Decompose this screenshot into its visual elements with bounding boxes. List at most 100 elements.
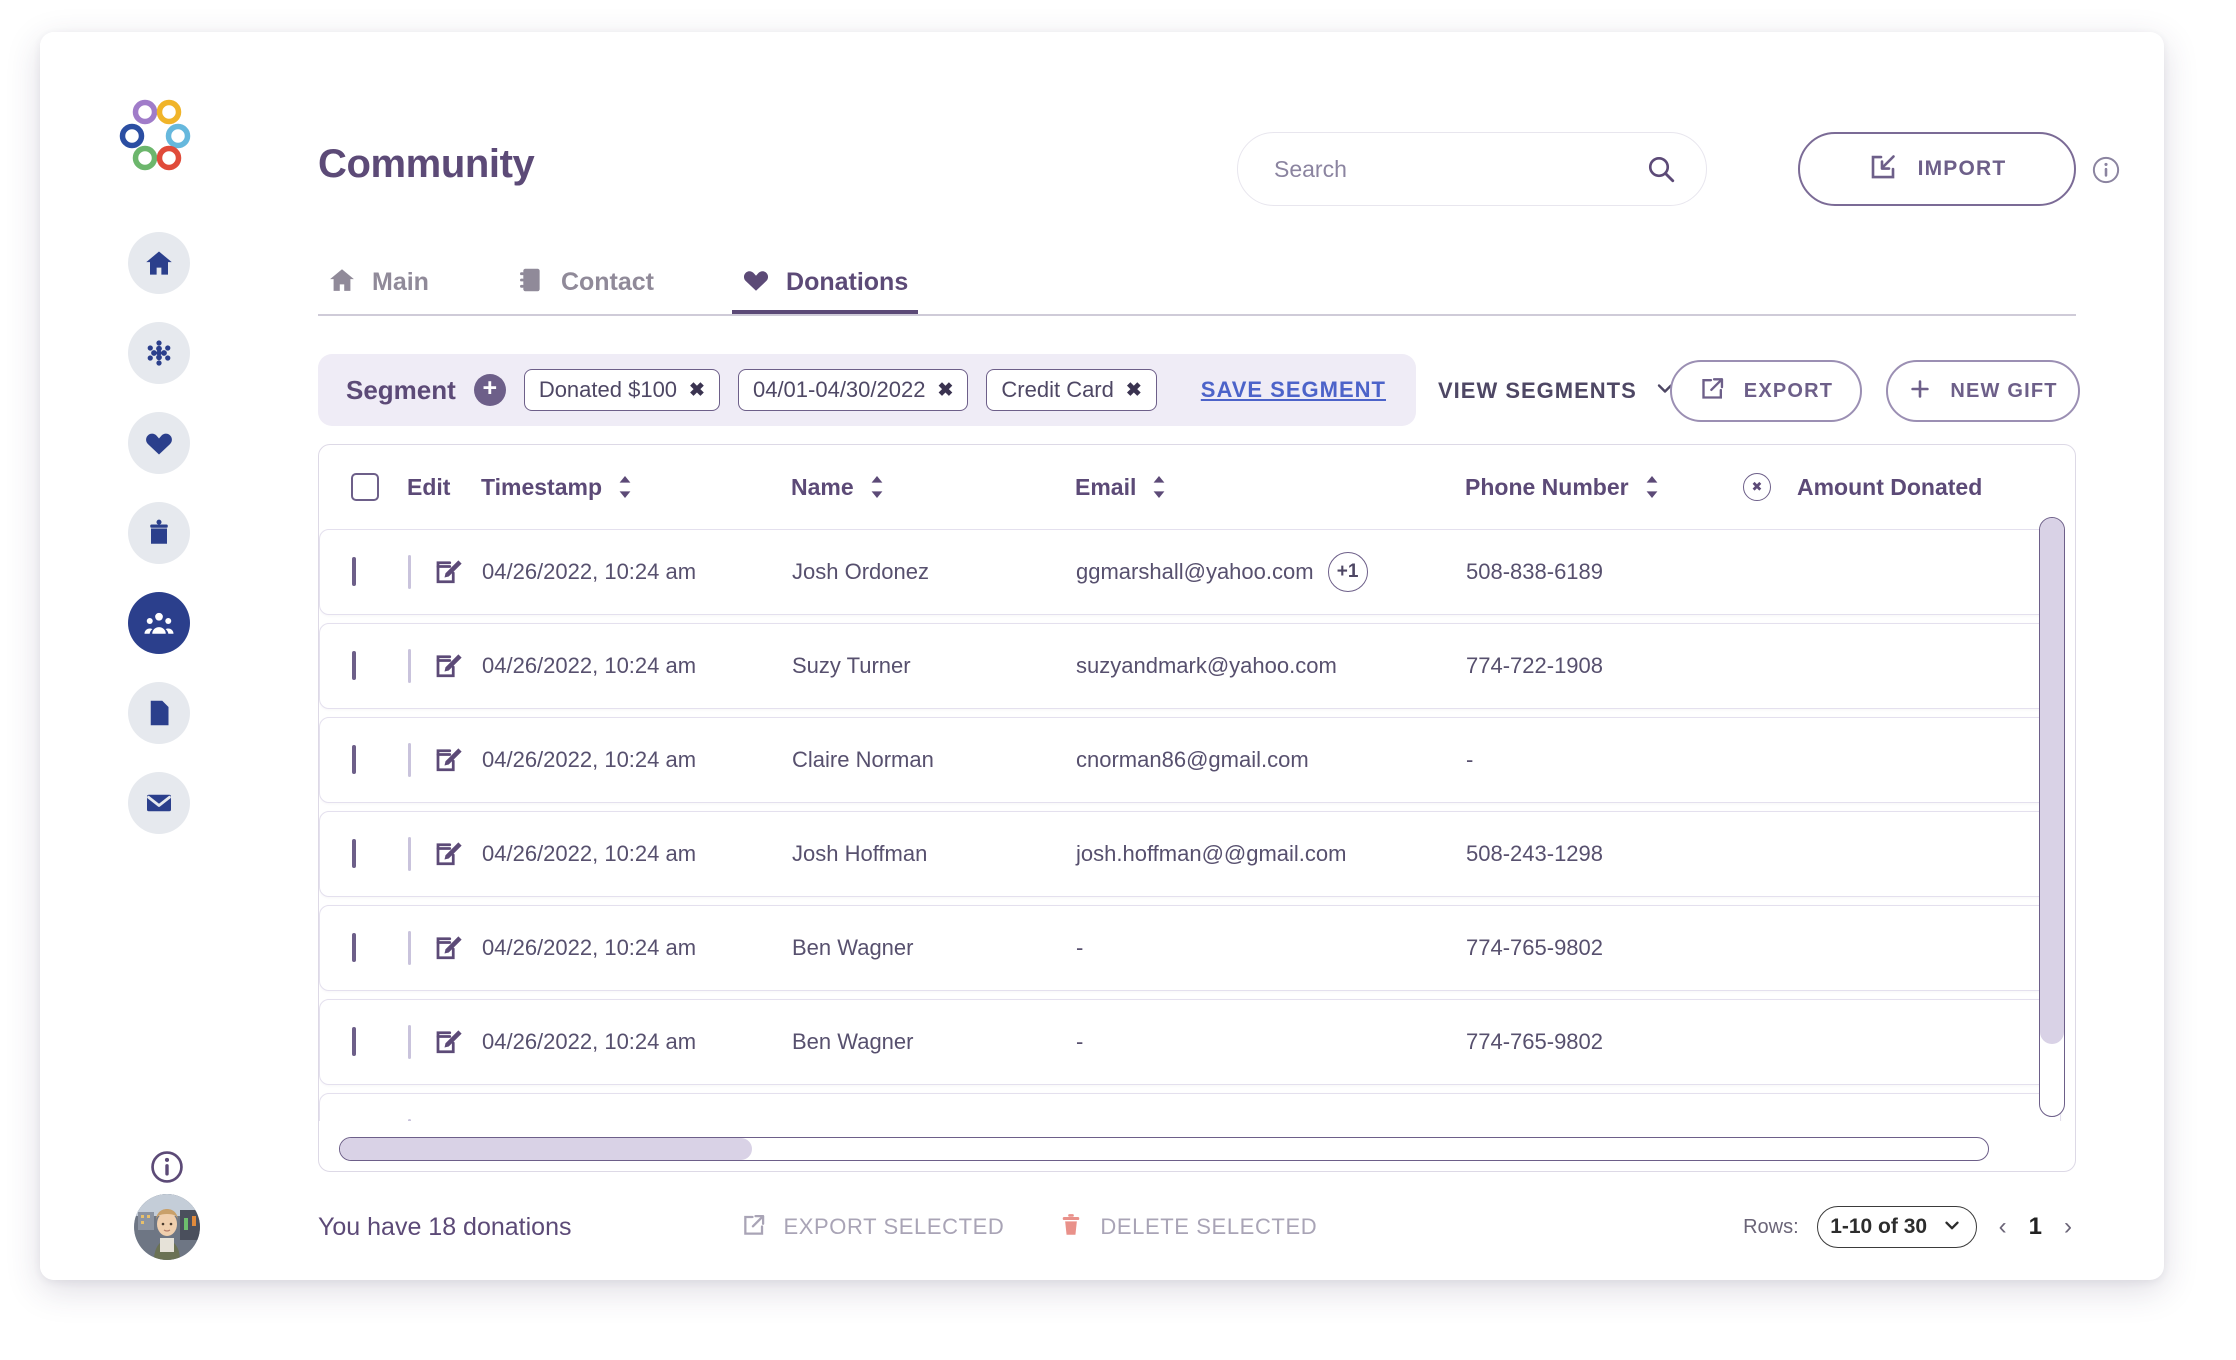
cell-timestamp: 04/26/2022, 10:24 am <box>482 1029 697 1054</box>
table-horizontal-scrollbar[interactable] <box>339 1137 1989 1161</box>
page-number[interactable]: 1 <box>2029 1213 2042 1241</box>
table-header-row: Edit Timestamp Name Email Phone Number ✖… <box>319 445 2075 529</box>
table-row[interactable]: 04/26/2022, 10:24 am Josh Ordonez ggmars… <box>319 529 2061 615</box>
segment-pill: Segment + Donated $100 ✖ 04/01-04/30/202… <box>318 354 1416 426</box>
tab-main[interactable]: Main <box>318 254 439 314</box>
search-input[interactable] <box>1238 155 1646 183</box>
table-vertical-scrollbar[interactable] <box>2039 517 2065 1117</box>
nav-network[interactable] <box>128 322 190 384</box>
remove-column-icon[interactable]: ✖ <box>1743 473 1771 501</box>
nav-donations[interactable]: $ <box>128 412 190 474</box>
address-book-icon <box>517 266 545 299</box>
select-all-checkbox[interactable] <box>351 473 379 501</box>
table-row[interactable]: 04/26/2022, 10:24 am Claire Norman cnorm… <box>319 717 2061 803</box>
table-row[interactable]: 04/26/2022, 10:24 am Ben Wagner - 774-76… <box>319 999 2061 1085</box>
media-file-icon <box>144 698 174 728</box>
search-icon[interactable] <box>1646 154 1676 184</box>
save-segment-link[interactable]: SAVE SEGMENT <box>1201 377 1386 403</box>
table-row[interactable]: 04/26/2022, 10:24 am Ben Wagner - 774-76… <box>319 1093 2061 1121</box>
table-row[interactable]: 04/26/2022, 10:24 am Ben Wagner - 774-76… <box>319 905 2061 991</box>
column-header-edit: Edit <box>407 474 481 501</box>
export-selected-button[interactable]: EXPORT SELECTED <box>741 1212 1004 1243</box>
home-icon <box>328 266 356 299</box>
sort-icon[interactable] <box>1643 474 1661 500</box>
nav-media[interactable] <box>128 682 190 744</box>
edit-icon[interactable] <box>433 839 463 869</box>
close-icon[interactable]: ✖ <box>937 379 953 402</box>
page-title: Community <box>318 142 535 186</box>
row-checkbox[interactable] <box>352 557 356 586</box>
user-avatar[interactable] <box>134 1194 200 1260</box>
column-label-timestamp: Timestamp <box>481 473 603 500</box>
sort-icon[interactable] <box>616 474 634 500</box>
nav-home[interactable] <box>128 232 190 294</box>
nav-community[interactable] <box>128 592 190 654</box>
external-link-icon <box>741 1212 767 1243</box>
heart-dollar-icon: $ <box>742 266 770 299</box>
edit-icon[interactable] <box>433 1027 463 1057</box>
nav-messages[interactable] <box>128 772 190 834</box>
sort-icon[interactable] <box>1150 474 1168 500</box>
column-header-email[interactable]: Email <box>1075 474 1465 501</box>
import-button[interactable]: IMPORT <box>1798 132 2076 206</box>
segment-chip-label: 04/01-04/30/2022 <box>752 377 926 402</box>
delete-selected-button[interactable]: DELETE SELECTED <box>1058 1212 1317 1243</box>
edit-icon[interactable] <box>433 745 463 775</box>
cell-name: Claire Norman <box>792 747 934 772</box>
cell-email: suzyandmark@yahoo.com <box>1076 653 1337 678</box>
table-row[interactable]: 04/26/2022, 10:24 am Josh Hoffman josh.h… <box>319 811 2061 897</box>
close-icon[interactable]: ✖ <box>1126 379 1142 402</box>
edit-icon[interactable] <box>433 557 463 587</box>
trash-icon <box>1058 1212 1084 1243</box>
row-checkbox[interactable] <box>352 745 356 774</box>
segment-chip-daterange[interactable]: 04/01-04/30/2022 ✖ <box>737 369 969 411</box>
tab-contact[interactable]: Contact <box>507 254 664 314</box>
column-label-edit: Edit <box>407 473 451 500</box>
plus-circle-icon[interactable]: + <box>473 374 506 406</box>
app-window: $ Community Search IMPORT Main Contact $… <box>40 32 2164 1280</box>
segment-chip-creditcard[interactable]: Credit Card ✖ <box>986 369 1157 411</box>
tab-donations[interactable]: $ Donations <box>732 254 919 314</box>
sidebar-nav: $ <box>128 232 190 834</box>
search-box[interactable] <box>1237 132 1707 206</box>
row-checkbox[interactable] <box>352 1027 356 1056</box>
svg-text:$: $ <box>753 274 759 286</box>
chevron-down-icon <box>1941 1214 1963 1241</box>
row-checkbox[interactable] <box>352 933 356 962</box>
segment-chip-label: Donated $100 <box>538 377 678 402</box>
donations-table: Edit Timestamp Name Email Phone Number ✖… <box>318 444 2076 1172</box>
export-button[interactable]: EXPORT <box>1670 360 1862 422</box>
cell-name: Ben Wagner <box>792 935 914 960</box>
export-button-label: EXPORT <box>1743 379 1834 402</box>
external-link-icon <box>1699 375 1726 407</box>
row-checkbox[interactable] <box>352 839 356 868</box>
cell-email: ggmarshall@yahoo.com +1 <box>1076 552 1466 592</box>
tab-donations-label: Donations <box>786 267 909 296</box>
column-header-name[interactable]: Name <box>791 474 1075 501</box>
sidebar-info-icon[interactable] <box>150 1150 184 1184</box>
cell-timestamp: 04/26/2022, 10:24 am <box>482 653 697 678</box>
rows-per-page-select[interactable]: 1-10 of 30 <box>1816 1206 1977 1248</box>
scrollbar-thumb[interactable] <box>2040 518 2064 1045</box>
extra-emails-badge[interactable]: +1 <box>1327 552 1368 592</box>
edit-icon[interactable] <box>433 933 463 963</box>
chevron-left-icon[interactable]: ‹ <box>1995 1213 2011 1241</box>
edit-icon[interactable] <box>433 651 463 681</box>
scrollbar-thumb[interactable] <box>340 1138 752 1160</box>
segment-chip-donated[interactable]: Donated $100 ✖ <box>523 369 720 411</box>
new-gift-button[interactable]: NEW GIFT <box>1886 360 2080 422</box>
column-label-amount: Amount Donated <box>1797 473 1983 500</box>
column-header-timestamp[interactable]: Timestamp <box>481 474 791 501</box>
cell-phone: 774-722-1908 <box>1466 653 1604 678</box>
close-icon[interactable]: ✖ <box>689 379 705 402</box>
column-header-phone[interactable]: Phone Number <box>1465 474 1743 501</box>
row-checkbox[interactable] <box>352 651 356 680</box>
view-segments-label: VIEW SEGMENTS <box>1438 377 1637 403</box>
nav-campaigns[interactable] <box>128 502 190 564</box>
chevron-right-icon[interactable]: › <box>2060 1213 2076 1241</box>
header-info-icon[interactable] <box>2092 156 2120 184</box>
tab-main-label: Main <box>372 267 429 296</box>
table-row[interactable]: 04/26/2022, 10:24 am Suzy Turner suzyand… <box>319 623 2061 709</box>
sort-icon[interactable] <box>868 474 886 500</box>
view-segments-dropdown[interactable]: VIEW SEGMENTS <box>1438 376 1677 405</box>
